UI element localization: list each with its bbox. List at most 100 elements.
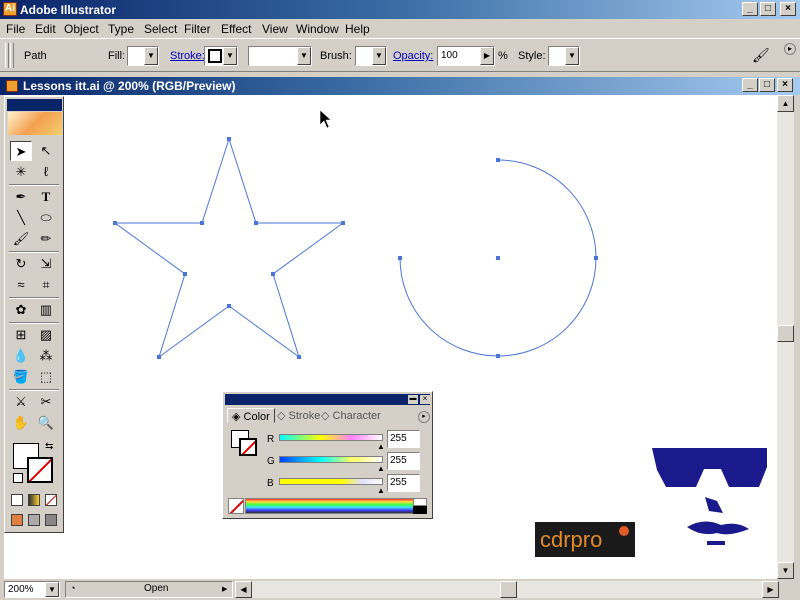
- menu-help[interactable]: Help: [345, 22, 370, 36]
- symbol-sprayer-tool-icon[interactable]: ✿: [10, 300, 32, 320]
- doc-close-button[interactable]: ×: [777, 78, 793, 92]
- opacity-value: 100: [441, 50, 458, 61]
- percent-label: %: [498, 50, 508, 62]
- gradient-mode-icon[interactable]: [28, 494, 40, 506]
- tab-character[interactable]: ◇ Character: [317, 408, 385, 423]
- green-slider-thumb-icon[interactable]: ▲: [377, 464, 385, 473]
- fill-dropdown[interactable]: ▼: [127, 46, 159, 66]
- stroke-link[interactable]: Stroke:: [170, 50, 205, 62]
- none-mode-icon[interactable]: [45, 494, 57, 506]
- gradient-tool-icon[interactable]: ▨: [35, 325, 57, 345]
- live-paint-selection-tool-icon[interactable]: ⬚: [35, 367, 57, 387]
- menu-select[interactable]: Select: [144, 22, 177, 36]
- green-value-input[interactable]: 255: [387, 452, 420, 470]
- vertical-scroll-thumb[interactable]: [777, 325, 794, 342]
- full-screen-menu-mode-icon[interactable]: [28, 514, 40, 526]
- blue-value-input[interactable]: 255: [387, 474, 420, 492]
- star-path[interactable]: [113, 137, 345, 359]
- panel-menu-icon[interactable]: ▸: [784, 43, 796, 55]
- status-info-field[interactable]: ◔ Open ▶: [65, 581, 233, 598]
- blue-slider-thumb-icon[interactable]: ▲: [377, 486, 385, 495]
- minimize-button[interactable]: _: [742, 2, 758, 16]
- horizontal-scrollbar[interactable]: ◀ ▶: [235, 581, 779, 598]
- menu-edit[interactable]: Edit: [35, 22, 56, 36]
- default-colors-icon[interactable]: [13, 473, 23, 483]
- fill-label: Fill:: [108, 50, 126, 62]
- document-setup-icon[interactable]: 🖌: [752, 47, 772, 65]
- scale-tool-icon[interactable]: ⇲: [35, 254, 57, 274]
- none-slash-icon: [241, 440, 255, 454]
- doc-minimize-button[interactable]: _: [742, 78, 758, 92]
- scroll-right-button[interactable]: ▶: [762, 581, 779, 598]
- tab-color[interactable]: ◈ Color: [227, 408, 275, 423]
- opacity-link[interactable]: Opacity:: [393, 50, 433, 62]
- menu-window[interactable]: Window: [296, 22, 339, 36]
- panel-close-button[interactable]: ×: [420, 395, 430, 404]
- color-mode-icon[interactable]: [11, 494, 23, 506]
- stroke-swatch[interactable]: [27, 457, 53, 483]
- eyedropper-tool-icon[interactable]: 💧: [10, 346, 32, 366]
- opacity-input[interactable]: 100 ▶: [437, 46, 495, 66]
- vertical-scrollbar[interactable]: ▲ ▼: [777, 95, 794, 579]
- pencil-tool-icon[interactable]: ✏: [35, 229, 57, 249]
- type-tool-icon[interactable]: T: [35, 187, 57, 207]
- menu-view[interactable]: View: [262, 22, 288, 36]
- slice-tool-icon[interactable]: ⚔: [10, 392, 32, 412]
- close-button[interactable]: ×: [780, 2, 796, 16]
- menu-type[interactable]: Type: [108, 22, 134, 36]
- full-screen-mode-icon[interactable]: [45, 514, 57, 526]
- stroke-weight-field[interactable]: ▼: [248, 46, 312, 66]
- swap-fill-stroke-icon[interactable]: ⇆: [45, 441, 53, 452]
- stroke-color-dropdown[interactable]: ▼: [204, 46, 238, 66]
- lasso-tool-icon[interactable]: ℓ: [35, 162, 57, 182]
- scroll-down-button[interactable]: ▼: [777, 562, 794, 579]
- zoom-dropdown[interactable]: 200% ▼: [4, 581, 60, 598]
- brush-dropdown[interactable]: ▼: [355, 46, 387, 66]
- red-slider[interactable]: [279, 434, 383, 441]
- panel-minimize-button[interactable]: ▬: [408, 395, 418, 404]
- black-swatch[interactable]: [413, 506, 427, 514]
- graph-tool-icon[interactable]: ▥: [35, 300, 57, 320]
- selection-tool-icon[interactable]: ➤: [10, 141, 32, 161]
- live-paint-bucket-tool-icon[interactable]: 🪣: [10, 367, 32, 387]
- red-value-input[interactable]: 255: [387, 430, 420, 448]
- color-spectrum-bar[interactable]: [245, 498, 427, 514]
- blue-slider[interactable]: [279, 478, 383, 485]
- green-slider[interactable]: [279, 456, 383, 463]
- zoom-tool-icon[interactable]: 🔍: [35, 413, 57, 433]
- pen-tool-icon[interactable]: ✒: [10, 187, 32, 207]
- menu-file[interactable]: File: [6, 22, 25, 36]
- panel-stroke-swatch[interactable]: [239, 438, 257, 456]
- blend-tool-icon[interactable]: ⁂: [35, 346, 57, 366]
- line-tool-icon[interactable]: ╲: [10, 208, 32, 228]
- scissors-tool-icon[interactable]: ✂: [35, 392, 57, 412]
- menu-effect[interactable]: Effect: [221, 22, 251, 36]
- red-slider-thumb-icon[interactable]: ▲: [377, 442, 385, 451]
- free-transform-tool-icon[interactable]: ⌗: [35, 275, 57, 295]
- magic-wand-tool-icon[interactable]: ✳: [10, 162, 32, 182]
- warp-tool-icon[interactable]: ≈: [10, 275, 32, 295]
- maximize-button[interactable]: □: [760, 2, 776, 16]
- none-color-swatch[interactable]: [228, 498, 244, 514]
- mesh-tool-icon[interactable]: ⊞: [10, 325, 32, 345]
- direct-selection-tool-icon[interactable]: ↖: [35, 141, 57, 161]
- white-swatch[interactable]: [413, 498, 427, 506]
- rotate-tool-icon[interactable]: ↻: [10, 254, 32, 274]
- paintbrush-tool-icon[interactable]: 🖌: [10, 229, 32, 249]
- app-title: Adobe Illustrator: [20, 3, 117, 17]
- horizontal-scroll-thumb[interactable]: [500, 581, 517, 598]
- menu-filter[interactable]: Filter: [184, 22, 211, 36]
- doc-maximize-button[interactable]: □: [759, 78, 775, 92]
- panel-options-icon[interactable]: ▸: [418, 411, 430, 423]
- ellipse-tool-icon[interactable]: ⬭: [35, 208, 57, 228]
- chevron-right-icon[interactable]: ▶: [222, 582, 232, 597]
- hand-tool-icon[interactable]: ✋: [10, 413, 32, 433]
- style-dropdown[interactable]: ▼: [548, 46, 580, 66]
- scroll-left-button[interactable]: ◀: [235, 581, 252, 598]
- menu-object[interactable]: Object: [64, 22, 99, 36]
- color-panel-title-bar[interactable]: ▬ ×: [225, 394, 430, 405]
- adobe-flower-icon[interactable]: [8, 112, 62, 135]
- standard-screen-mode-icon[interactable]: [11, 514, 23, 526]
- scroll-up-button[interactable]: ▲: [777, 95, 794, 112]
- tools-panel-title[interactable]: [7, 99, 62, 111]
